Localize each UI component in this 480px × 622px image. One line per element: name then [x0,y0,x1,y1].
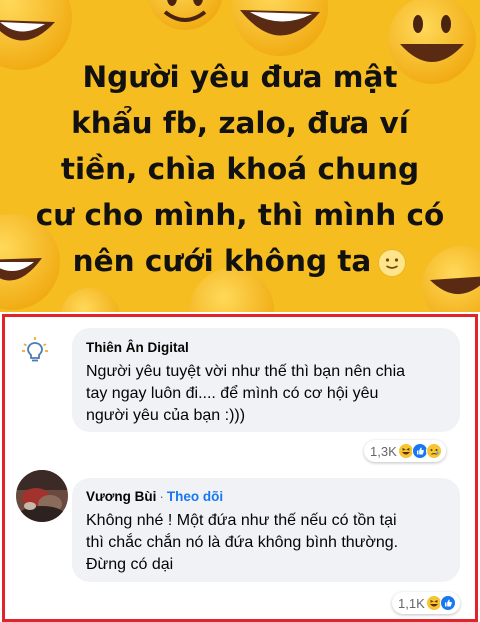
smiling-emoji-icon [147,0,223,30]
post-caption-line: tiền, chìa khoá chung [60,152,420,186]
comment-text-line: Người yêu tuyệt vời như thế thì bạn nên … [86,363,406,380]
post-caption-line: Người yêu đưa mật [82,60,398,94]
comment-text-line: Không nhé ! Một đứa như thế nếu có tồn t… [86,512,397,529]
reaction-count: 1,1K [398,595,425,611]
reaction-summary[interactable]: 1,3K [364,440,446,462]
lightbulb-logo-icon[interactable] [20,336,50,366]
smiling-emoji-icon [60,288,120,312]
post-caption-line: nên cưới không ta [72,244,372,278]
comment-bubble: Thiên Ân Digital Người yêu tuyệt vời như… [72,328,460,432]
comment-text-line: Đừng có dại [86,556,174,573]
follow-link[interactable]: Theo dõi [167,489,223,504]
separator-dot: · [159,489,164,504]
user-photo-icon [16,470,68,522]
comment-author[interactable]: Vương Bùi [86,489,156,504]
comment-bubble: Vương Bùi · Theo dõi Không nhé ! Một đứa n… [72,478,460,582]
comment-author[interactable]: Thiên Ân Digital [86,339,446,357]
post-image: Người yêu đưa mật khẩu fb, zalo, đưa ví … [0,0,480,312]
avatar[interactable] [16,470,68,522]
slightly-smiling-emoji-icon [378,248,407,277]
comment-text-line: thì chắc chắn nó là đứa không bình thườn… [86,534,399,551]
comment-text: Người yêu tuyệt vời như thế thì bạn nên … [86,361,446,427]
post-caption-line: khẩu fb, zalo, đưa ví [71,106,409,140]
sad-icon [425,443,442,459]
post-caption-line: cư cho mình, thì mình có [35,198,445,232]
like-icon [439,595,456,611]
post-caption: Người yêu đưa mật khẩu fb, zalo, đưa ví … [20,54,460,284]
reaction-count: 1,3K [370,443,397,459]
reaction-summary[interactable]: 1,1K [392,592,460,614]
comment-text-line: tay ngay luôn đi.... để mình có cơ hội y… [86,385,379,402]
post-caption-line-last: nên cưới không ta [20,238,460,284]
happy-emoji-icon [232,0,328,56]
comment-header: Vương Bùi · Theo dõi [86,488,446,506]
comment-text: Không nhé ! Một đứa như thế nếu có tồn t… [86,510,446,576]
comment-text-line: người yêu của bạn :))) [86,407,246,424]
